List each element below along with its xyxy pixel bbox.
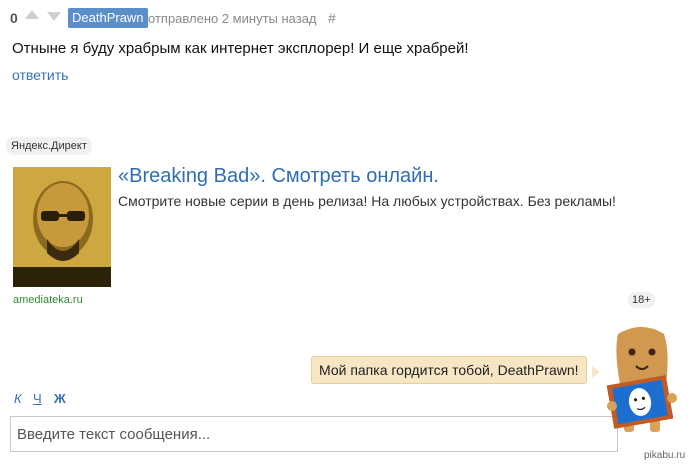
site-watermark: pikabu.ru <box>644 450 686 461</box>
ad-description: Смотрите новые серии в день релиза! На л… <box>118 193 616 209</box>
comment-timestamp: отправлено 2 минуты назад <box>148 11 317 26</box>
ad-source-label[interactable]: Яндекс.Директ <box>6 137 92 155</box>
downvote-icon[interactable] <box>47 12 61 21</box>
comment-permalink[interactable]: # <box>328 10 336 26</box>
underline-button[interactable]: Ч <box>33 391 42 406</box>
italic-button[interactable]: К <box>14 391 22 406</box>
mascot-icon <box>600 322 685 437</box>
mascot-speech-bubble: Мой папка гордится тобой, DeathPrawn! <box>311 356 587 384</box>
ad-domain-link[interactable]: amediateka.ru <box>13 294 83 306</box>
ad-image[interactable] <box>13 167 111 287</box>
bold-button[interactable]: Ж <box>54 391 66 406</box>
ad-portrait-icon <box>13 167 111 287</box>
ad-title-link[interactable]: «Breaking Bad». Смотреть онлайн. <box>118 165 439 188</box>
comment-rating: 0 <box>10 10 18 26</box>
upvote-icon[interactable] <box>25 10 39 19</box>
comment-text: Отныне я буду храбрым как интернет экспл… <box>12 40 469 57</box>
username-badge[interactable]: DeathPrawn <box>68 8 148 28</box>
speech-bubble-tail <box>592 366 600 378</box>
age-rating-badge: 18+ <box>628 292 655 308</box>
message-input[interactable] <box>10 416 618 452</box>
reply-link[interactable]: ответить <box>12 67 68 83</box>
